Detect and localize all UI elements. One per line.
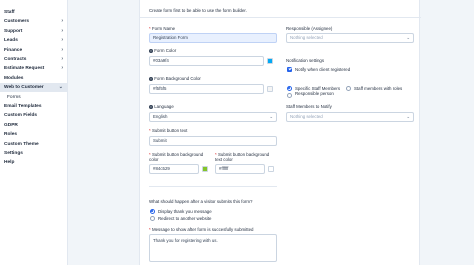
thank-you-radio[interactable] — [150, 209, 155, 214]
sidebar-item-label: Email Templates — [4, 104, 42, 109]
chevron-right-icon: › — [61, 56, 63, 62]
form-intro-text: Create form first to be able to use the … — [149, 8, 247, 13]
notify-checkbox[interactable] — [287, 67, 292, 72]
sidebar-item-label: Modules — [4, 75, 24, 81]
submit-bg-color-label: * Submit button background color — [149, 152, 204, 162]
submit-bg-color-swatch[interactable] — [202, 166, 208, 172]
sidebar-item-gdpr[interactable]: GDPR — [0, 121, 68, 130]
form-bg-color-swatch[interactable] — [267, 86, 273, 92]
submit-text-color-swatch[interactable] — [268, 166, 274, 172]
submit-text-label: * Submit button text — [149, 128, 188, 133]
sidebar-item-label: Staff — [4, 10, 15, 15]
form-name-input[interactable]: Registration Form — [149, 33, 277, 43]
staff-to-notify-label: Staff Members to Notify — [286, 104, 332, 109]
sidebar-item-contracts[interactable]: Contracts › — [0, 55, 68, 64]
form-color-label: ! Form Color — [149, 48, 177, 53]
divider — [149, 186, 277, 187]
sidebar: Staff Customers › Support › Leads › Finance › Con… — [0, 0, 68, 265]
chevron-down-icon: ⌄ — [406, 35, 410, 40]
language-select[interactable]: English ⌄ — [149, 112, 277, 122]
divider — [140, 17, 421, 18]
sidebar-item-forms[interactable]: Forms — [0, 93, 68, 102]
chevron-down-icon: ⌄ — [269, 114, 273, 119]
sidebar-item-label: Web to Customer — [4, 85, 44, 91]
sidebar-item-finance[interactable]: Finance › — [0, 46, 68, 55]
thank-you-option-label: Display thank you message — [158, 209, 212, 214]
notification-settings-label: Notification settings — [286, 58, 325, 63]
form-color-swatch[interactable] — [267, 58, 273, 64]
info-icon: ! — [149, 105, 153, 109]
staff-roles-label: Staff members with roles — [354, 86, 403, 91]
sidebar-item-leads[interactable]: Leads › — [0, 36, 68, 45]
sidebar-item-label: Roles — [4, 132, 18, 138]
chevron-down-icon: ⌄ — [58, 84, 63, 91]
redirect-option-label: Redirect to another website — [158, 216, 212, 221]
submit-text-color-input[interactable]: #ffffff — [215, 164, 265, 174]
chevron-right-icon: › — [61, 65, 63, 72]
sidebar-item-roles[interactable]: Roles — [0, 130, 68, 139]
submit-bg-color-input[interactable]: #84c529 — [149, 164, 199, 174]
sidebar-item-staff[interactable]: Staff — [0, 8, 68, 17]
sidebar-item-custom-theme[interactable]: Custom Theme — [0, 140, 68, 149]
sidebar-item-customers[interactable]: Customers › — [0, 17, 68, 26]
sidebar-item-label: Help — [4, 160, 15, 166]
form-bg-color-label: ! Form Background Color — [149, 76, 201, 81]
sidebar-item-help[interactable]: Help — [0, 158, 68, 167]
sidebar-item-label: Finance — [4, 47, 23, 53]
responsible-person-radio[interactable] — [287, 93, 292, 98]
message-label: * Message to show after form is succesfu… — [149, 227, 254, 232]
sidebar-item-settings[interactable]: Settings — [0, 149, 68, 158]
form-color-input[interactable]: #03a9f4 — [149, 56, 264, 66]
redirect-radio[interactable] — [150, 216, 155, 221]
notify-label: Notify when client registered — [295, 67, 351, 72]
info-icon: ! — [149, 49, 153, 53]
chevron-right-icon: › — [61, 46, 63, 53]
sidebar-item-label: Custom Theme — [4, 141, 39, 147]
sidebar-item-label: Settings — [4, 151, 23, 156]
form-name-label: * Form Name — [149, 26, 176, 31]
submit-text-color-label: * Submit button background text color — [215, 152, 270, 162]
language-label: ! Language — [149, 104, 174, 109]
form-panel: Create form first to be able to use the … — [139, 0, 421, 265]
sidebar-item-label: Customers — [4, 19, 30, 25]
responsible-select[interactable]: Nothing selected ⌄ — [286, 33, 414, 43]
sidebar-item-label: Estimate Request — [4, 66, 45, 72]
sidebar-item-custom-fields[interactable]: Custom Fields — [0, 111, 68, 120]
sidebar-item-label: Custom Fields — [4, 113, 38, 119]
specific-staff-radio[interactable] — [287, 86, 292, 91]
chevron-right-icon: › — [61, 27, 63, 34]
chevron-right-icon: › — [61, 37, 63, 44]
staff-to-notify-select[interactable]: Nothing selected ⌄ — [286, 112, 414, 122]
specific-staff-label: Specific Staff Members Responsible person — [295, 86, 341, 96]
message-textarea[interactable]: Thank you for registering with us. — [149, 234, 277, 262]
responsible-label: Responsible (Assignee) — [286, 26, 333, 31]
sidebar-item-label: GDPR — [4, 122, 18, 128]
sidebar-item-label: Support — [4, 28, 23, 34]
sidebar-item-email-templates[interactable]: Email Templates — [0, 102, 68, 111]
sidebar-item-modules[interactable]: Modules — [0, 74, 68, 83]
after-submit-label: What should happen after a visitor submi… — [149, 199, 253, 204]
chevron-down-icon: ⌄ — [406, 114, 410, 119]
sidebar-item-support[interactable]: Support › — [0, 27, 68, 36]
sidebar-item-label: Contracts — [4, 57, 27, 62]
sidebar-item-estimate-request[interactable]: Estimate Request › — [0, 64, 68, 73]
chevron-right-icon: › — [61, 18, 63, 25]
submit-text-input[interactable]: Submit — [149, 136, 277, 146]
sidebar-item-label: Leads — [4, 38, 18, 44]
sidebar-item-label: Forms — [7, 94, 21, 100]
sidebar-item-web-to-customer[interactable]: Web to Customer ⌄ — [0, 83, 68, 93]
form-bg-color-input[interactable]: #f5f5f5 — [149, 84, 264, 94]
staff-roles-radio[interactable] — [346, 86, 351, 91]
info-icon: ! — [149, 77, 153, 81]
